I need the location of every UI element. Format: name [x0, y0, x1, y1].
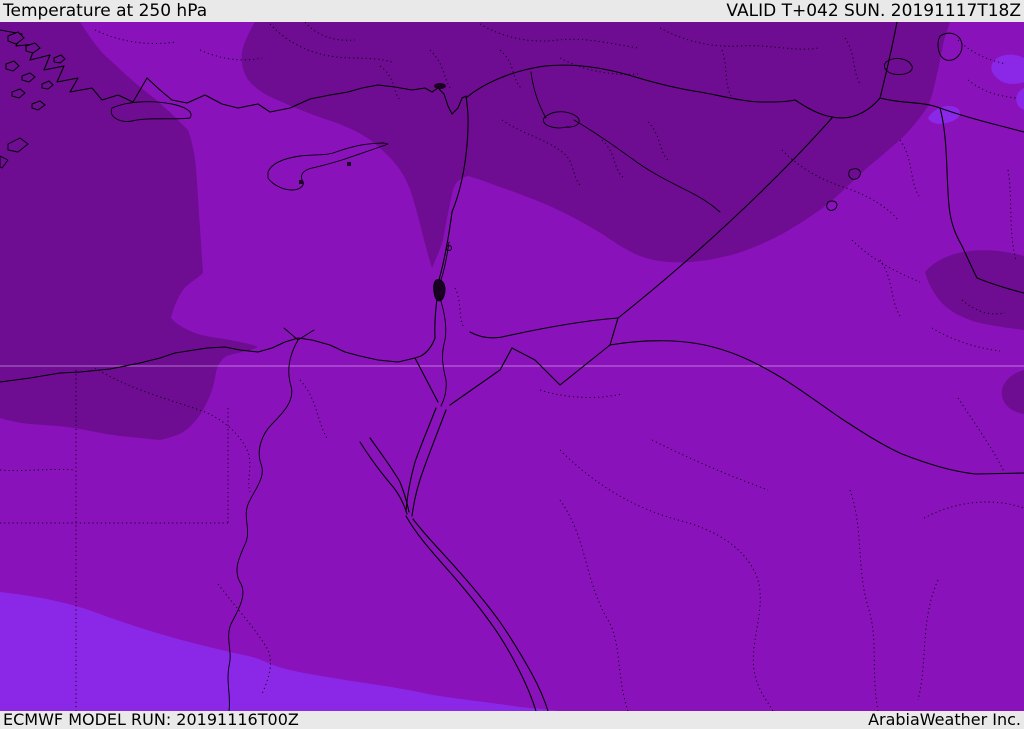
model-run-label: ECMWF MODEL RUN: 20191116T00Z	[3, 710, 299, 729]
page-title: Temperature at 250 hPa	[3, 1, 208, 21]
weather-map-window: Temperature at 250 hPa VALID T+042 SUN. …	[0, 0, 1024, 729]
map-area	[0, 22, 1024, 711]
brand-label: ArabiaWeather Inc.	[868, 710, 1021, 729]
footer-bar: ECMWF MODEL RUN: 20191116T00Z ArabiaWeat…	[0, 711, 1024, 729]
header-bar: Temperature at 250 hPa VALID T+042 SUN. …	[0, 0, 1024, 22]
lake-amik	[434, 83, 446, 89]
valid-time-label: VALID T+042 SUN. 20191117T18Z	[726, 1, 1021, 21]
cyprus-lake	[347, 162, 351, 166]
dead-sea	[433, 279, 446, 302]
temperature-map	[0, 22, 1024, 711]
cyprus-salt-lake	[299, 180, 303, 184]
